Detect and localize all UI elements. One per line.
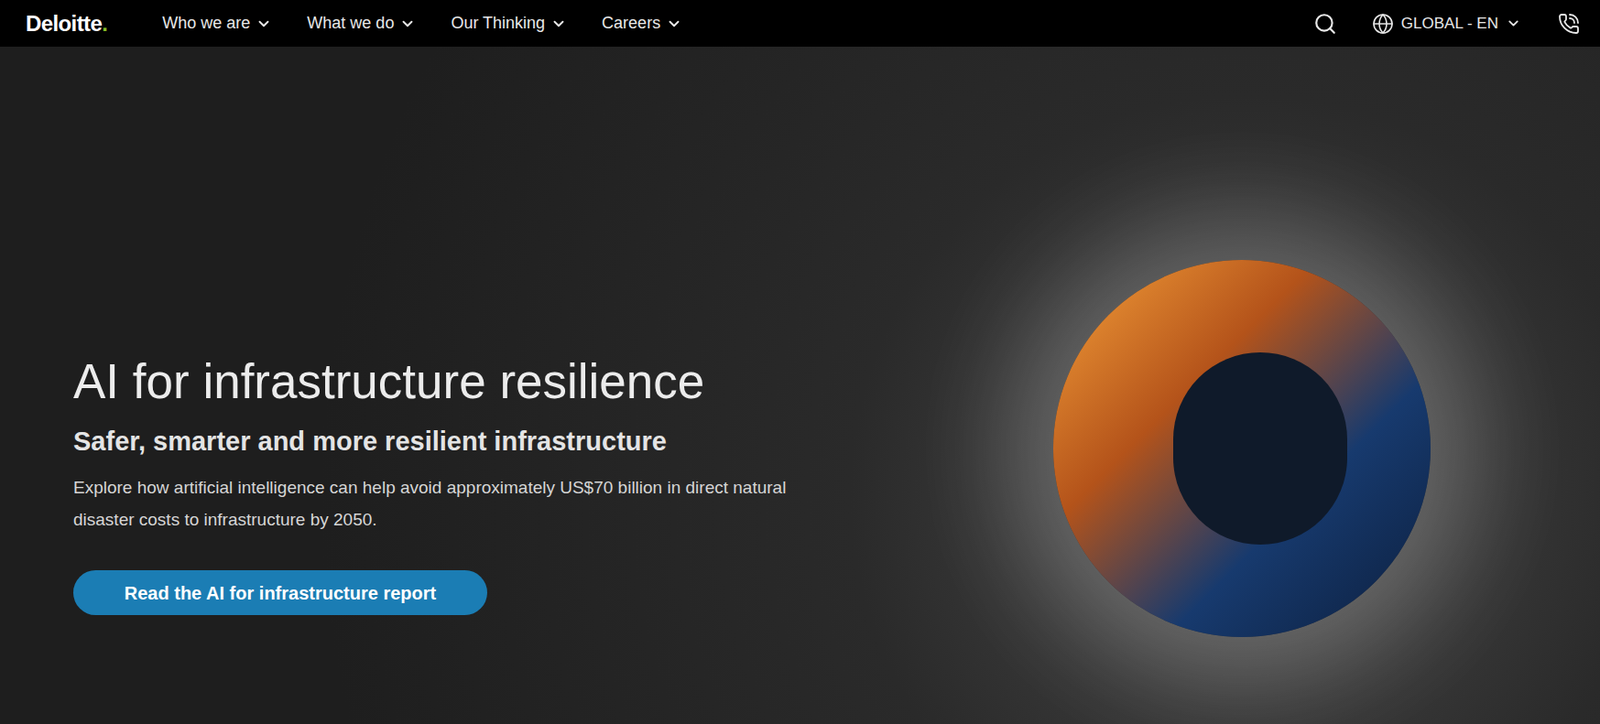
chevron-down-icon <box>399 15 416 33</box>
main-nav: Who we are What we do Our Thinking Careers <box>162 10 683 36</box>
header-actions: GLOBAL - EN <box>1313 11 1580 36</box>
chevron-down-icon <box>665 15 683 33</box>
hero-subtitle: Safer, smarter and more resilient infras… <box>73 424 880 459</box>
nav-item[interactable]: What we do <box>306 10 416 36</box>
report-button[interactable]: Read the AI for infrastructure report <box>73 570 488 616</box>
page: Deloitte. Who we are What we do Our Thinkin… <box>0 0 1600 724</box>
chevron-down-icon <box>1505 15 1522 32</box>
nav-item[interactable]: Our Thinking <box>450 10 567 36</box>
hero: AI for infrastructure resilience Safer, s… <box>0 46 1600 724</box>
globe-icon <box>1371 12 1394 35</box>
search-icon[interactable] <box>1313 11 1338 36</box>
nav-item[interactable]: Who we are <box>162 10 273 36</box>
hero-visual <box>1053 46 1600 638</box>
hero-text: AI for infrastructure resilience Safer, s… <box>0 46 880 616</box>
chevron-down-icon <box>550 15 567 33</box>
nav-item[interactable]: Careers <box>601 10 683 36</box>
top-nav-bar: Deloitte. Who we are What we do Our Thinkin… <box>0 0 1600 47</box>
circle-inner-cutout <box>1173 352 1348 545</box>
hero-circle-image <box>1053 260 1431 638</box>
chevron-down-icon <box>255 15 273 33</box>
hero-title: AI for infrastructure resilience <box>73 352 880 412</box>
locale-selector[interactable]: GLOBAL - EN <box>1371 11 1522 36</box>
contact-icon[interactable] <box>1557 12 1580 35</box>
deloitte-logo[interactable]: Deloitte. <box>25 12 108 35</box>
logo-dot: . <box>101 10 108 36</box>
hero-body: Explore how artificial intelligence can … <box>73 471 825 536</box>
